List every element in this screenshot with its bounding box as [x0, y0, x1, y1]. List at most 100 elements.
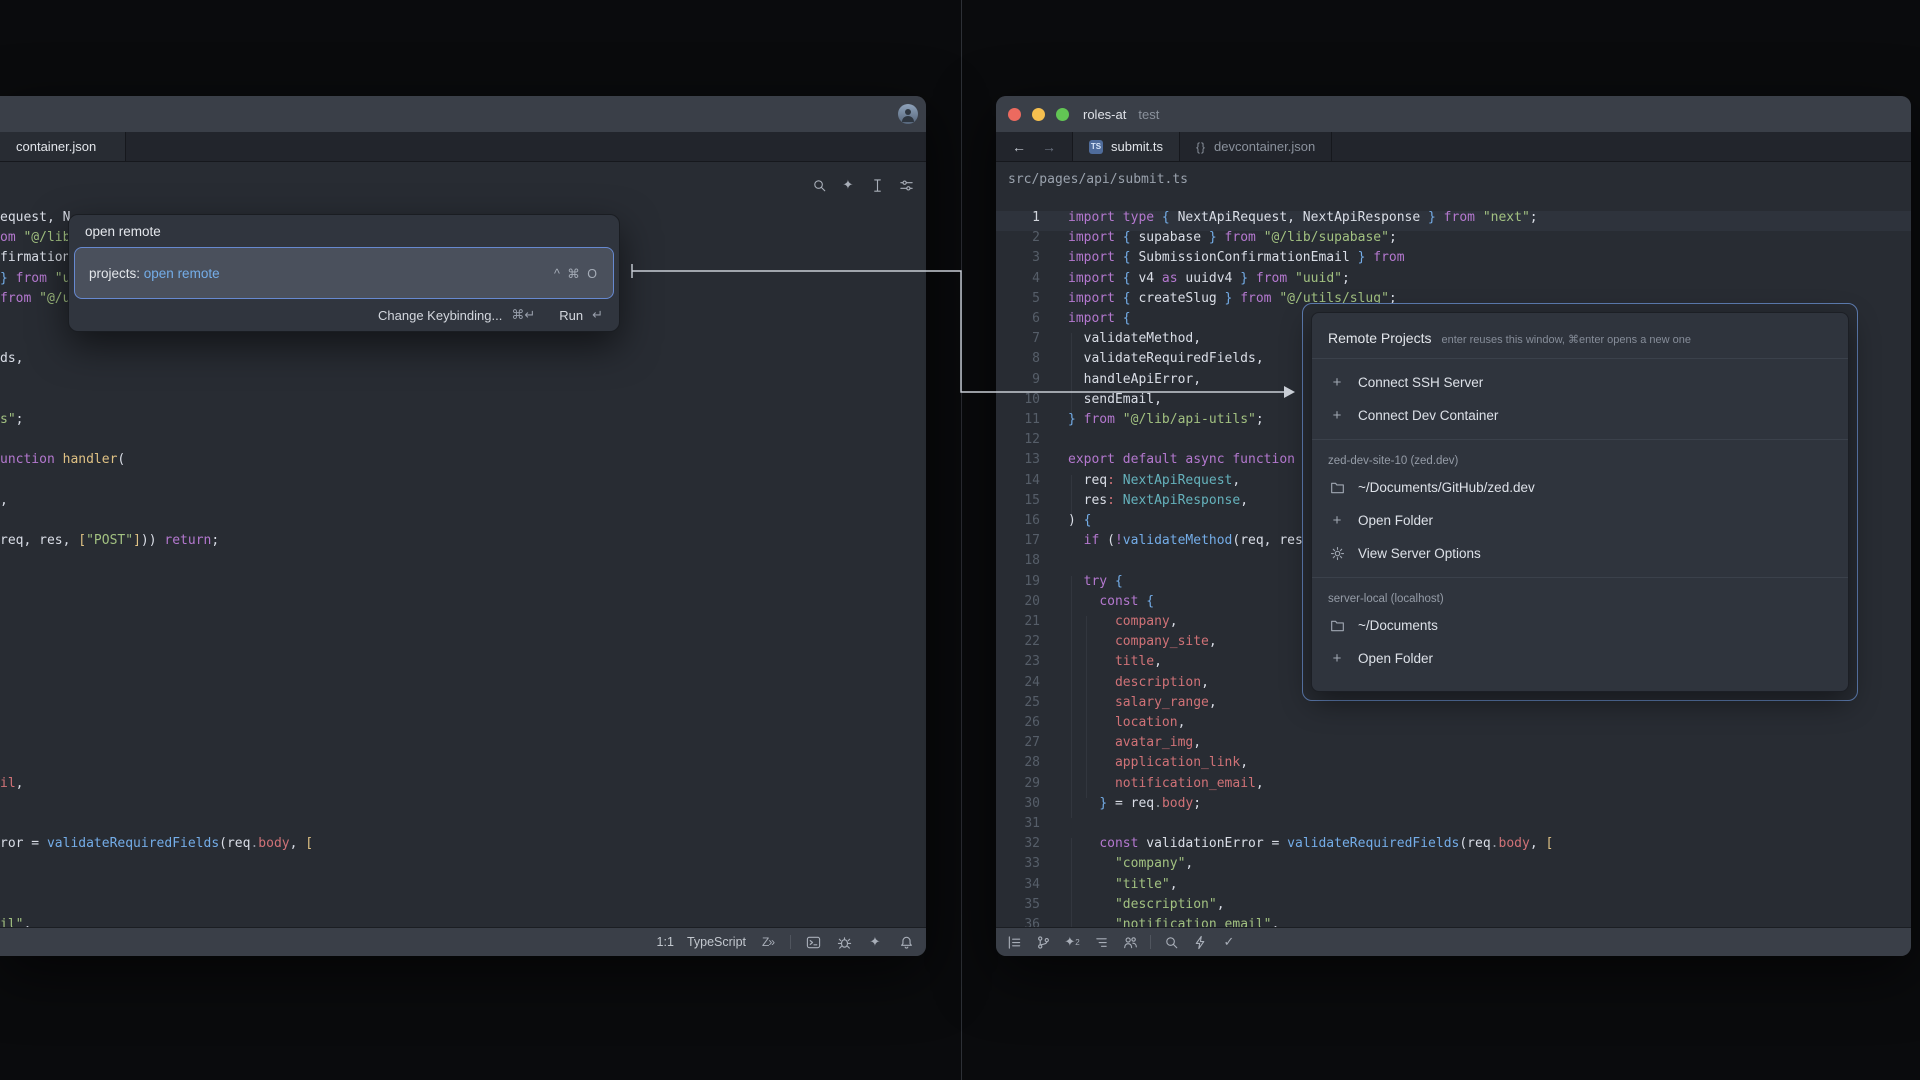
code-line[interactable]: 27 avatar_img,: [996, 733, 1911, 753]
code-fragment[interactable]: ds,: [0, 349, 23, 369]
code-fragment[interactable]: unction handler(: [0, 450, 125, 470]
cursor-position[interactable]: 1:1: [657, 935, 674, 949]
zed-predict-icon[interactable]: Z»: [759, 933, 777, 951]
code-fragment[interactable]: ,: [0, 491, 8, 511]
command-palette-input[interactable]: open remote: [69, 215, 619, 247]
palette-result-selected[interactable]: projects: open remote ^ ⌘ O: [74, 247, 614, 299]
line-number: 17: [996, 531, 1040, 551]
line-number: 7: [996, 329, 1040, 349]
code-line[interactable]: 28 application_link,: [996, 753, 1911, 773]
panel-item--documents[interactable]: ~/Documents: [1312, 609, 1848, 642]
code-line[interactable]: 4import { v4 as uuidv4 } from "uuid";: [996, 269, 1911, 289]
traffic-lights: [1008, 108, 1069, 121]
run-button[interactable]: Run: [559, 308, 583, 323]
code-line[interactable]: 31: [996, 814, 1911, 834]
line-number: 15: [996, 491, 1040, 511]
language-selector[interactable]: TypeScript: [687, 935, 746, 949]
code-line[interactable]: 36 "notification_email",: [996, 915, 1911, 927]
code-text: salary_range,: [1068, 693, 1217, 713]
tab-devcontainer-json-left[interactable]: container.json: [0, 132, 126, 161]
code-fragment[interactable]: equest, N: [0, 208, 70, 228]
search-icon[interactable]: [1162, 933, 1180, 951]
zap-icon[interactable]: [1191, 933, 1209, 951]
left-titlebar[interactable]: [0, 96, 926, 132]
collab-icon[interactable]: [1121, 933, 1139, 951]
project-panel-icon[interactable]: [1005, 933, 1023, 951]
panel-item--documents-github-zed-dev[interactable]: ~/Documents/GitHub/zed.dev: [1312, 471, 1848, 504]
code-fragment[interactable]: il,: [0, 774, 23, 794]
code-fragment[interactable]: om "@/lib: [0, 228, 70, 248]
outline-icon[interactable]: [1092, 933, 1110, 951]
code-line[interactable]: 2 import { supabase } from "@/lib/supabas…: [996, 228, 1911, 248]
code-text: "description",: [1068, 895, 1225, 915]
code-line[interactable]: 26 location,: [996, 713, 1911, 733]
code-text: try {: [1068, 572, 1123, 592]
right-titlebar[interactable]: roles-at test: [996, 96, 1911, 132]
panel-item-connect-dev-container[interactable]: +Connect Dev Container: [1312, 399, 1848, 432]
palette-match-text: open remote: [144, 266, 220, 281]
code-fragment[interactable]: s";: [0, 410, 23, 430]
bell-icon[interactable]: [897, 933, 915, 951]
panel-item-open-folder[interactable]: +Open Folder: [1312, 504, 1848, 537]
code-fragment[interactable]: req, res, ["POST"])) return;: [0, 531, 219, 551]
code-text: notification_email,: [1068, 774, 1264, 794]
debug-icon[interactable]: [835, 933, 853, 951]
code-line[interactable]: 33 "company",: [996, 854, 1911, 874]
code-line[interactable]: 29 notification_email,: [996, 774, 1911, 794]
breadcrumb[interactable]: src/pages/api/submit.ts: [1008, 172, 1188, 187]
check-icon[interactable]: ✓: [1220, 933, 1238, 951]
code-fragment[interactable]: ror = validateRequiredFields(req.body, [: [0, 834, 313, 854]
line-number: 21: [996, 612, 1040, 632]
right-editor[interactable]: 1import type { NextApiRequest, NextApiRe…: [996, 196, 1911, 927]
code-text: company,: [1068, 612, 1178, 632]
close-button[interactable]: [1008, 108, 1021, 121]
line-number: 35: [996, 895, 1040, 915]
tab-submit-ts[interactable]: TS submit.ts: [1073, 132, 1180, 161]
run-shortcut: ↵: [592, 307, 603, 323]
line-number: 26: [996, 713, 1040, 733]
palette-shortcut: ^ ⌘ O: [554, 266, 599, 281]
code-line[interactable]: 30 } = req.body;: [996, 794, 1911, 814]
code-fragment[interactable]: il",: [0, 915, 31, 927]
change-keybinding-button[interactable]: Change Keybinding...: [378, 308, 502, 323]
code-line[interactable]: 35 "description",: [996, 895, 1911, 915]
back-button[interactable]: ←: [1012, 139, 1026, 155]
line-number: 12: [996, 430, 1040, 450]
line-number: 2: [996, 228, 1040, 248]
minimize-button[interactable]: [1032, 108, 1045, 121]
code-text: } from "@/lib/api-utils";: [1068, 410, 1264, 430]
code-line[interactable]: 3import { SubmissionConfirmationEmail } …: [996, 248, 1911, 268]
code-text: import { SubmissionConfirmationEmail } f…: [1068, 248, 1405, 268]
code-line[interactable]: 1import type { NextApiRequest, NextApiRe…: [996, 208, 1911, 228]
inline-assist-icon[interactable]: ✦: [838, 176, 858, 194]
code-line[interactable]: 34 "title",: [996, 875, 1911, 895]
code-fragment[interactable]: from "@/u: [0, 289, 70, 309]
code-text: application_link,: [1068, 753, 1248, 773]
code-text: avatar_img,: [1068, 733, 1201, 753]
assistant2-icon[interactable]: ✦2: [1063, 933, 1081, 951]
terminal-icon[interactable]: [804, 933, 822, 951]
panel-item-open-folder[interactable]: +Open Folder: [1312, 642, 1848, 675]
tab-devcontainer-json[interactable]: {} devcontainer.json: [1180, 132, 1332, 161]
git-branch-icon[interactable]: [1034, 933, 1052, 951]
code-text: import { supabase } from "@/lib/supabase…: [1068, 228, 1397, 248]
code-text: res: NextApiResponse,: [1068, 491, 1248, 511]
line-number: 4: [996, 269, 1040, 289]
cursor-icon[interactable]: [867, 176, 887, 194]
panel-item-connect-ssh-server[interactable]: +Connect SSH Server: [1312, 366, 1848, 399]
window-subtitle[interactable]: test: [1138, 107, 1159, 122]
assistant-icon[interactable]: ✦: [866, 933, 884, 951]
search-icon[interactable]: [809, 176, 829, 194]
panel-item-view-server-options[interactable]: View Server Options: [1312, 537, 1848, 570]
panel-item-label: ~/Documents: [1358, 618, 1438, 633]
editor-controls-icon[interactable]: [896, 176, 916, 194]
code-line[interactable]: 32 const validationError = validateRequi…: [996, 834, 1911, 854]
code-fragment[interactable]: } from "u: [0, 269, 70, 289]
command-palette: open remote projects: open remote ^ ⌘ O …: [68, 214, 620, 332]
window-title[interactable]: roles-at: [1083, 107, 1126, 122]
zoom-button[interactable]: [1056, 108, 1069, 121]
avatar[interactable]: [898, 104, 918, 124]
tab-label: devcontainer.json: [1214, 139, 1315, 154]
forward-button[interactable]: →: [1042, 139, 1056, 155]
code-fragment[interactable]: firmation: [0, 248, 70, 268]
